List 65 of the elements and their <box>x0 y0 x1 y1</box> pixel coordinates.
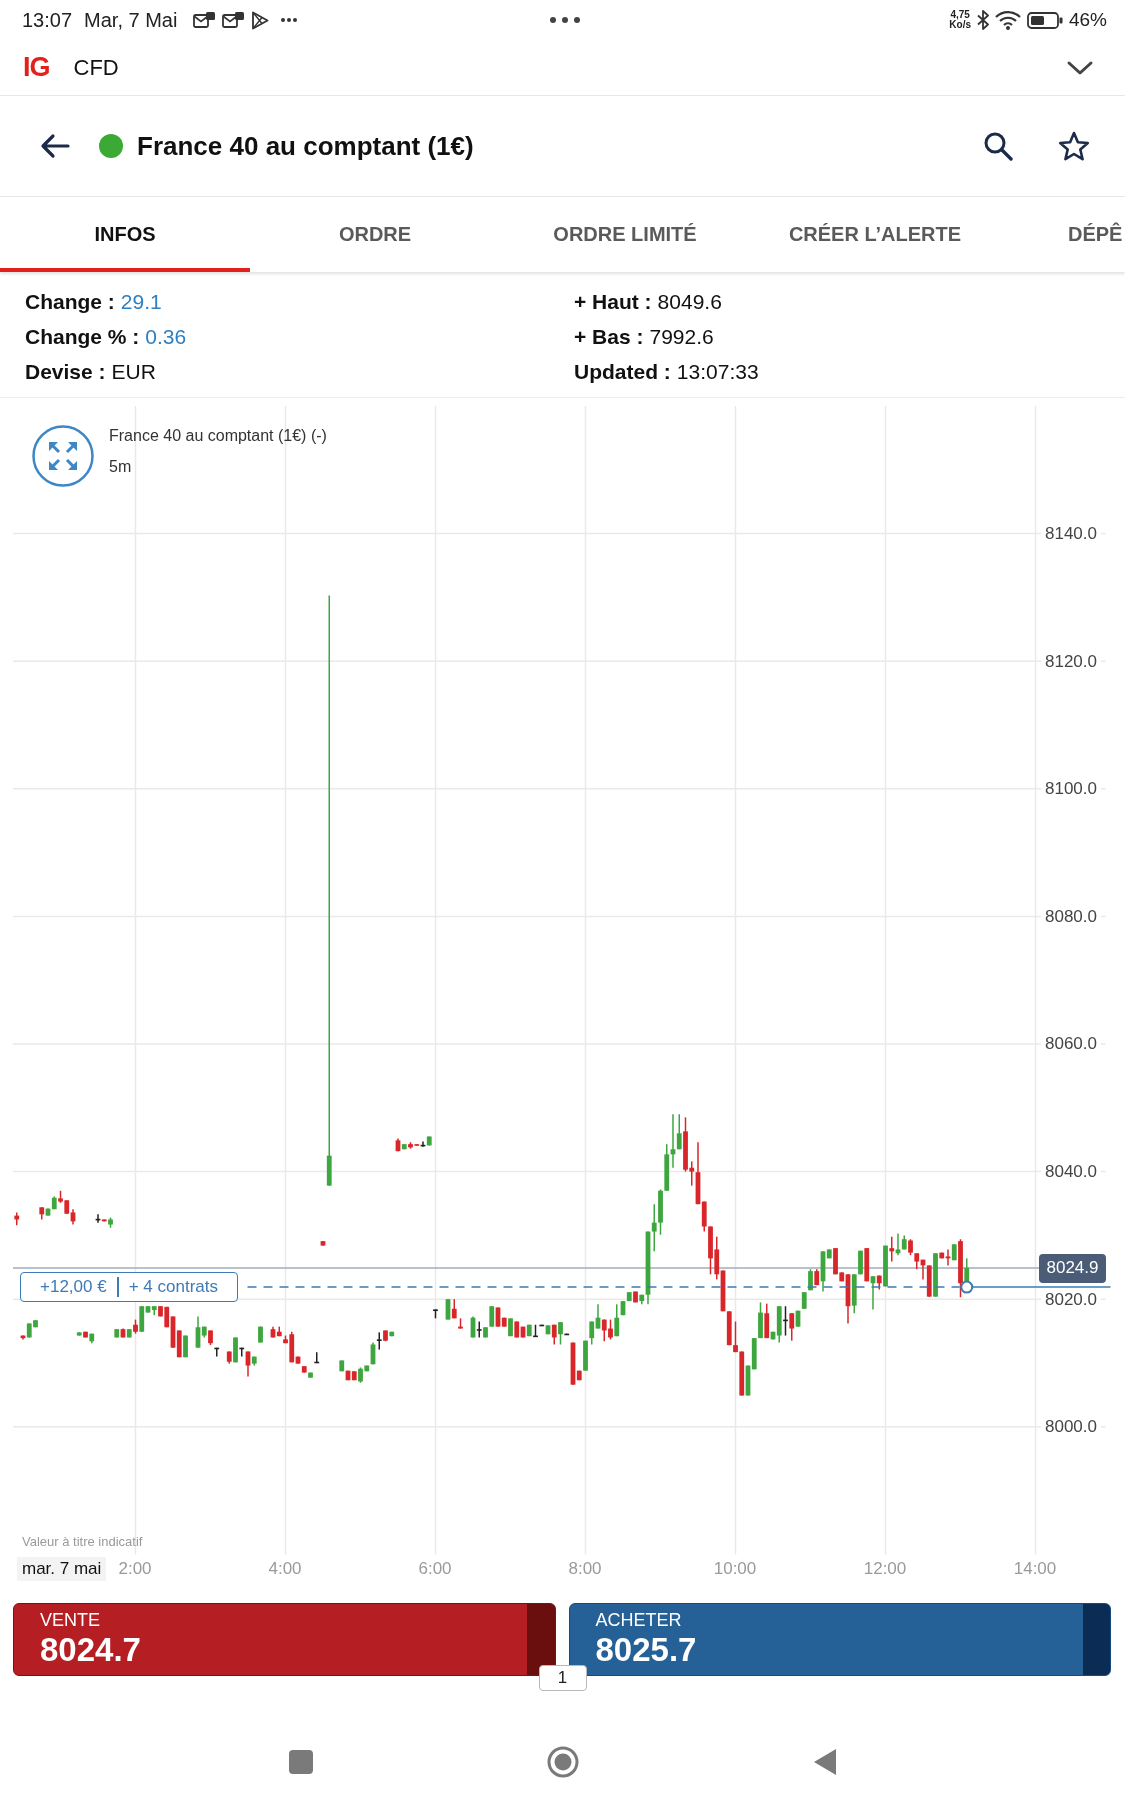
disclaimer-text: Valeur à titre indicatif <box>22 1534 143 1549</box>
network-unit: Ko/s <box>949 20 971 30</box>
position-pnl: +12,00 € <box>40 1277 107 1298</box>
info-label: Updated : <box>574 359 671 384</box>
tab[interactable]: DÉPÊ <box>1000 197 1125 272</box>
x-axis-label: 10:00 <box>713 1559 757 1579</box>
app-title: CFD <box>73 54 119 81</box>
star-icon[interactable] <box>1058 130 1090 162</box>
home-icon[interactable] <box>546 1745 579 1778</box>
x-axis-label: 2:00 <box>118 1559 152 1579</box>
market-title: France 40 au comptant (1€) <box>137 130 474 162</box>
tab[interactable]: INFOS <box>0 197 250 272</box>
back-arrow-icon[interactable] <box>40 133 70 159</box>
x-axis-label: 12:00 <box>863 1559 907 1579</box>
bluetooth-icon <box>976 10 989 30</box>
status-date: Mar, 7 Mai <box>84 8 178 32</box>
more-icon <box>549 17 580 23</box>
x-axis-label: 4:00 <box>268 1559 302 1579</box>
price-tag: 8024.9 <box>1039 1253 1106 1283</box>
more-icon <box>281 18 298 22</box>
candle <box>320 1240 325 1247</box>
info-label: + Bas : <box>574 324 644 349</box>
play-icon <box>251 10 270 30</box>
position-contracts: + 4 contrats <box>128 1277 218 1298</box>
x-axis-label: 8:00 <box>568 1559 602 1579</box>
info-label: Change % : <box>25 324 140 349</box>
battery-icon <box>1026 11 1063 29</box>
network-speed: 4,75 <box>950 10 970 20</box>
status-time: 13:07 <box>22 8 73 32</box>
message-icon <box>193 11 216 29</box>
tab[interactable]: CRÉER L’ALERTE <box>750 197 1000 272</box>
info-value: 8049.6 <box>657 289 722 314</box>
position-tag[interactable]: +12,00 € + 4 contrats <box>20 1272 238 1303</box>
tab[interactable]: ORDRE LIMITÉ <box>500 197 750 272</box>
candle <box>313 1351 319 1364</box>
info-value: 0.36 <box>145 324 187 349</box>
info-value: EUR <box>111 359 156 384</box>
info-value: 29.1 <box>120 289 162 314</box>
quantity-field[interactable]: 1 <box>538 1664 587 1691</box>
candle <box>13 1212 19 1227</box>
wifi-icon <box>994 10 1021 30</box>
chevron-down-icon[interactable] <box>1066 59 1094 76</box>
tab[interactable]: ORDRE <box>250 197 500 272</box>
info-label: + Haut : <box>574 289 652 314</box>
info-value: 7992.6 <box>649 324 714 349</box>
legend-title: France 40 au comptant (1€) (-) <box>109 427 327 445</box>
date-label: mar. 7 mai <box>17 1557 107 1581</box>
expand-icon[interactable] <box>32 425 94 487</box>
app-logo: IG <box>23 52 50 83</box>
x-axis-label: 6:00 <box>418 1559 452 1579</box>
info-value: 13:07:33 <box>676 359 759 384</box>
search-icon[interactable] <box>983 131 1013 161</box>
legend-interval: 5m <box>109 458 132 476</box>
candle <box>432 1309 438 1320</box>
candle <box>257 1326 263 1344</box>
buy-button[interactable]: ACHETER 8025.7 <box>568 1602 1111 1676</box>
message-icon <box>222 11 245 29</box>
battery-percent: 46% <box>1068 9 1107 31</box>
position-marker-icon <box>959 1280 973 1294</box>
info-label: Devise : <box>25 359 106 384</box>
back-icon[interactable] <box>813 1748 836 1775</box>
info-label: Change : <box>25 289 115 314</box>
sell-button[interactable]: VENTE 8024.7 <box>13 1602 556 1676</box>
x-axis-label: 14:00 <box>1013 1559 1057 1579</box>
recents-icon[interactable] <box>288 1749 313 1774</box>
